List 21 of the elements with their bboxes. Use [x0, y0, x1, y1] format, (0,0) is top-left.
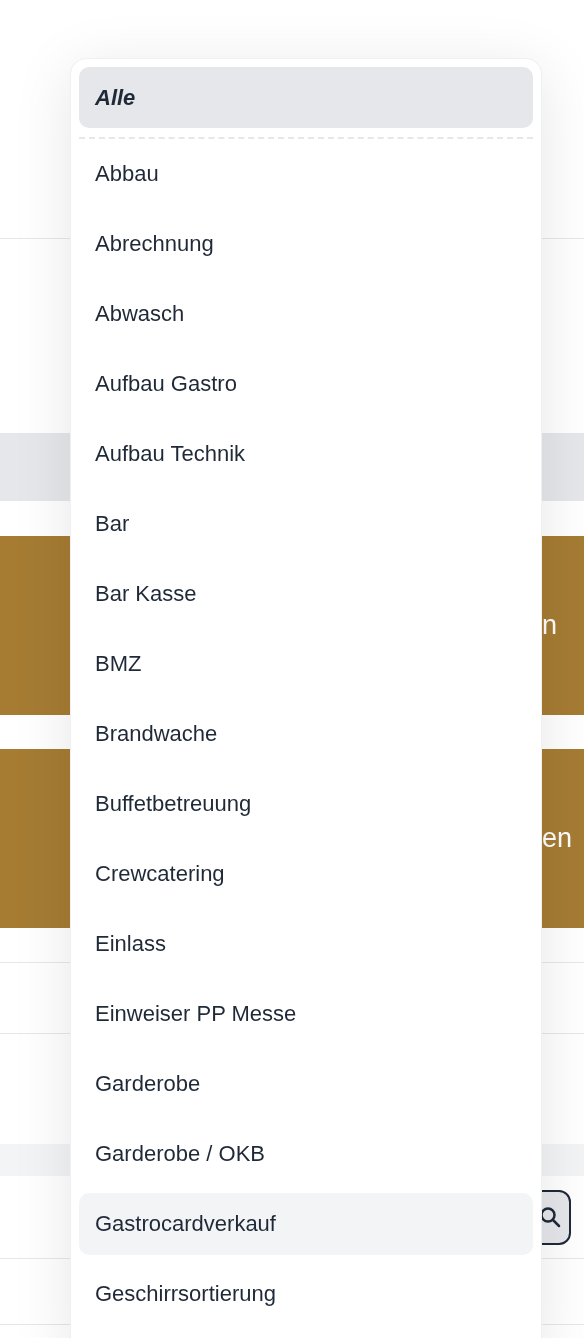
dropdown-option[interactable]: Einweiser PP Messe [79, 983, 533, 1045]
dropdown-option[interactable]: Brandwache [79, 703, 533, 765]
dropdown-option[interactable]: Buffetbetreuung [79, 773, 533, 835]
dropdown-option[interactable]: Einlass [79, 913, 533, 975]
dropdown-option[interactable]: Crewcatering [79, 843, 533, 905]
dropdown-option[interactable]: Bar [79, 493, 533, 555]
dropdown-option[interactable]: Garderobe [79, 1053, 533, 1115]
dropdown-option[interactable]: Gastrocardverkauf [79, 1193, 533, 1255]
dropdown-option[interactable]: Abbau [79, 143, 533, 205]
dropdown-option[interactable]: Abrechnung [79, 213, 533, 275]
dropdown-option[interactable]: BMZ [79, 633, 533, 695]
card-title: en [542, 823, 573, 854]
dropdown-option[interactable]: Aufbau Gastro [79, 353, 533, 415]
card-title: n [542, 610, 558, 641]
dropdown-option[interactable]: Geschirrsortierung [79, 1263, 533, 1325]
search-icon [539, 1206, 561, 1228]
dropdown-option[interactable]: Aufbau Technik [79, 423, 533, 485]
dropdown-option[interactable]: Garderobe / OKB [79, 1123, 533, 1185]
dropdown-option[interactable]: Bar Kasse [79, 563, 533, 625]
dropdown-option[interactable]: Abwasch [79, 283, 533, 345]
dropdown-option[interactable]: Alle [79, 67, 533, 128]
